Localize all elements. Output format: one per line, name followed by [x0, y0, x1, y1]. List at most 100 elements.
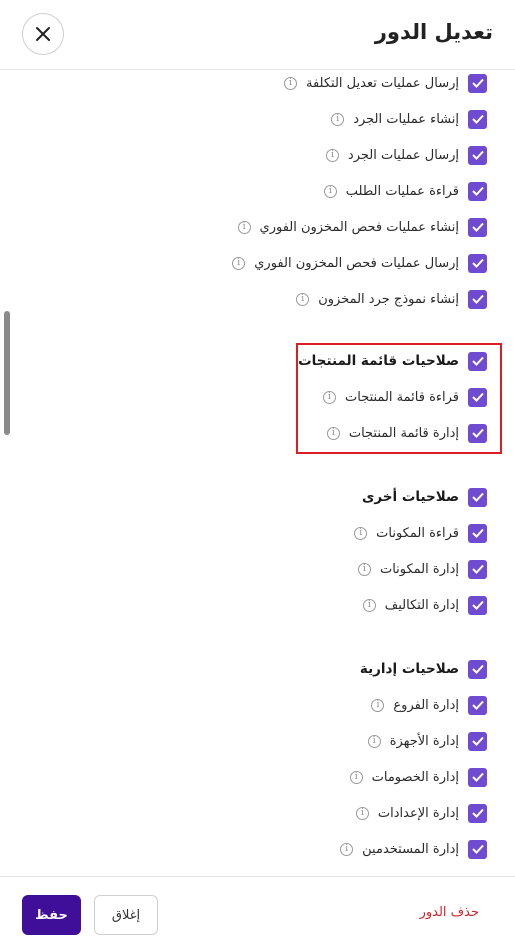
permission-item[interactable]: إدارة المكونات i [357, 557, 487, 581]
check-icon [471, 356, 484, 366]
permission-label: إدارة المكونات [379, 561, 459, 577]
dialog-footer: حفظ إغلاق حذف الدور [0, 876, 515, 951]
info-icon[interactable]: i [296, 292, 310, 306]
check-icon [471, 258, 484, 268]
checkbox[interactable] [468, 487, 487, 507]
group-header-other[interactable]: صلاحيات أخرى [362, 485, 487, 509]
permission-item[interactable]: إدارة الأجهزة i [367, 729, 487, 753]
info-icon[interactable]: i [323, 390, 336, 404]
permission-label: إدارة الفروع [393, 697, 459, 713]
checkbox[interactable] [468, 145, 487, 165]
check-icon [471, 772, 484, 782]
info-icon[interactable]: i [357, 562, 371, 576]
permission-label: إدارة الإعدادات [377, 805, 459, 821]
checkbox[interactable] [468, 387, 487, 407]
info-icon[interactable]: i [325, 148, 339, 162]
info-icon[interactable]: i [323, 184, 337, 198]
info-icon[interactable]: i [371, 698, 385, 712]
checkbox[interactable] [468, 351, 487, 371]
check-icon [471, 150, 484, 160]
info-icon[interactable]: i [232, 256, 246, 270]
permissions-list[interactable]: إرسال عمليات تعديل التكلفة i إنشاء عمليا… [0, 71, 515, 876]
permission-item[interactable]: إدارة المستخدمين i [340, 837, 487, 861]
permission-item[interactable]: قراءة عمليات الطلب i [323, 179, 487, 203]
check-icon [471, 808, 484, 818]
checkbox[interactable] [468, 767, 487, 787]
permission-item[interactable]: إدارة قائمة المنتجات i [326, 421, 487, 445]
permission-label: إرسال عمليات تعديل التكلفة [306, 75, 459, 91]
group-title: صلاحيات قائمة المنتجات [298, 353, 459, 369]
info-icon[interactable]: i [349, 770, 363, 784]
checkbox[interactable] [468, 803, 487, 823]
permission-label: إنشاء عمليات الجرد [353, 111, 459, 127]
permission-item[interactable]: إدارة الفروع i [371, 693, 487, 717]
info-icon[interactable]: i [367, 734, 381, 748]
check-icon [471, 428, 484, 438]
check-icon [471, 528, 484, 538]
info-icon[interactable]: i [340, 842, 354, 856]
group-header-product-list[interactable]: صلاحيات قائمة المنتجات [298, 349, 487, 373]
check-icon [471, 564, 484, 574]
permission-item[interactable]: إدارة الخصومات i [349, 765, 487, 789]
checkbox[interactable] [468, 217, 487, 237]
check-icon [471, 844, 484, 854]
checkbox[interactable] [468, 595, 487, 615]
info-icon[interactable]: i [284, 76, 297, 90]
permission-label: إدارة المستخدمين [362, 841, 459, 857]
group-title: صلاحيات أخرى [362, 489, 459, 505]
check-icon [471, 186, 484, 196]
checkbox[interactable] [468, 839, 487, 859]
permission-item[interactable]: إدارة الإعدادات i [355, 801, 487, 825]
scrollbar-thumb[interactable] [4, 311, 10, 435]
checkbox[interactable] [468, 73, 487, 93]
info-icon[interactable]: i [362, 598, 376, 612]
info-icon[interactable]: i [331, 112, 345, 126]
close-icon [36, 27, 50, 41]
checkbox[interactable] [468, 731, 487, 751]
checkbox[interactable] [468, 253, 487, 273]
info-icon[interactable]: i [355, 806, 369, 820]
checkbox[interactable] [468, 559, 487, 579]
info-icon[interactable]: i [326, 426, 340, 440]
checkbox[interactable] [468, 695, 487, 715]
permission-item[interactable]: قراءة قائمة المنتجات i [323, 385, 487, 409]
checkbox[interactable] [468, 523, 487, 543]
permission-label: إدارة الخصومات [371, 769, 459, 785]
permission-item[interactable]: إنشاء عمليات الجرد i [331, 107, 487, 131]
permission-label: إنشاء عمليات فحص المخزون الفوري [259, 219, 459, 235]
permission-item[interactable]: إنشاء عمليات فحص المخزون الفوري i [237, 215, 487, 239]
permission-item[interactable]: إدارة التكاليف i [362, 593, 487, 617]
check-icon [471, 294, 484, 304]
checkbox[interactable] [468, 109, 487, 129]
permission-label: قراءة عمليات الطلب [345, 183, 459, 199]
edit-role-dialog: تعديل الدور إرسال عمليات تعديل التكلفة i… [0, 0, 515, 951]
check-icon [471, 222, 484, 232]
check-icon [471, 492, 484, 502]
close-dialog-button[interactable] [22, 13, 64, 55]
check-icon [471, 664, 484, 674]
permission-label: إدارة التكاليف [384, 597, 459, 613]
permission-label: إرسال عمليات الجرد [347, 147, 459, 163]
delete-role-button[interactable]: حذف الدور [420, 905, 479, 920]
group-title: صلاحيات إدارية [359, 661, 459, 677]
permission-item[interactable]: إرسال عمليات تعديل التكلفة i [284, 71, 487, 95]
permission-item[interactable]: إنشاء نموذج جرد المخزون i [296, 287, 487, 311]
dialog-header: تعديل الدور [0, 0, 515, 70]
checkbox[interactable] [468, 181, 487, 201]
save-button[interactable]: حفظ [22, 895, 81, 935]
check-icon [471, 392, 484, 402]
permission-item[interactable]: إرسال عمليات فحص المخزون الفوري i [232, 251, 487, 275]
info-icon[interactable]: i [354, 526, 368, 540]
close-button[interactable]: إغلاق [94, 895, 158, 935]
checkbox[interactable] [468, 659, 487, 679]
checkbox[interactable] [468, 289, 487, 309]
info-icon[interactable]: i [237, 220, 251, 234]
permission-label: قراءة المكونات [376, 525, 459, 541]
check-icon [471, 700, 484, 710]
permission-item[interactable]: إرسال عمليات الجرد i [325, 143, 487, 167]
group-header-admin[interactable]: صلاحيات إدارية [360, 657, 487, 681]
check-icon [471, 114, 484, 124]
permission-item[interactable]: قراءة المكونات i [354, 521, 487, 545]
checkbox[interactable] [468, 423, 487, 443]
permission-label: قراءة قائمة المنتجات [345, 389, 459, 405]
